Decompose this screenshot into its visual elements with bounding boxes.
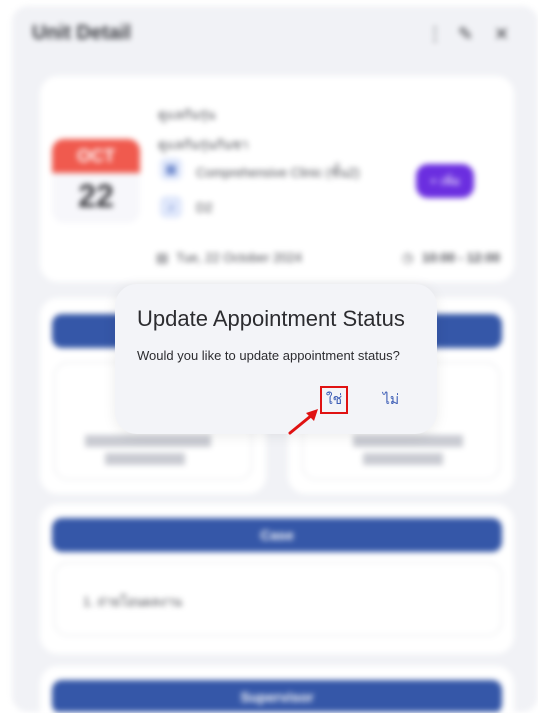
case-card: Case 1. ถ่ายโอนผลงาน [40, 504, 514, 654]
room-name: D2 [196, 200, 213, 215]
supervisor-card: Supervisor [40, 666, 514, 712]
appointment-date: Tue, 22 October 2024 [176, 250, 302, 265]
update-status-dialog: Update Appointment Status Would you like… [115, 284, 437, 434]
edit-pencil-icon[interactable]: ✎ [458, 24, 473, 45]
room-icon: ♪ [160, 196, 182, 218]
case-header-bar: Case [52, 518, 502, 552]
appointment-card: + เพิ่ม OCT 22 ดูแลกันรุ่น ดูแลกันรุ่นกั… [40, 76, 514, 282]
panel-title: Unit Detail [32, 22, 131, 44]
no-button[interactable]: ไม่ [377, 386, 405, 414]
redacted-text [105, 453, 185, 465]
supervisor-header-bar: Supervisor [52, 680, 502, 712]
calendar-day: 22 [78, 178, 114, 214]
redacted-text [363, 453, 443, 465]
appointment-line1: ดูแลกันรุ่น [158, 107, 216, 122]
yes-button[interactable]: ใช่ [320, 386, 348, 414]
calendar-icon: ▤ [156, 250, 169, 265]
pointer-arrow-icon [288, 409, 318, 435]
dialog-message: Would you like to update appointment sta… [137, 348, 400, 363]
clinic-name: Comprehensive Clinic (ชั้น2) [196, 165, 360, 180]
case-list-box: 1. ถ่ายโอนผลงาน [54, 562, 502, 636]
case-item: 1. ถ่ายโอนผลงาน [83, 594, 183, 609]
calendar-month: OCT [52, 139, 140, 173]
appointment-line2: ดูแลกันรุ่นกันชา [158, 137, 249, 152]
clock-icon: ◷ [402, 250, 414, 265]
redacted-text [353, 435, 463, 447]
dialog-title: Update Appointment Status [137, 306, 405, 331]
redacted-text [85, 435, 211, 447]
appointment-time: 10:00 - 12:00 [422, 250, 501, 265]
clinic-icon: ▦ [160, 158, 182, 180]
new-button[interactable]: + เพิ่ม [416, 164, 474, 198]
calendar-date-badge: OCT 22 [52, 139, 140, 223]
more-vertical-icon[interactable]: ⋮ [426, 24, 444, 45]
close-icon[interactable]: ✕ [494, 24, 509, 45]
